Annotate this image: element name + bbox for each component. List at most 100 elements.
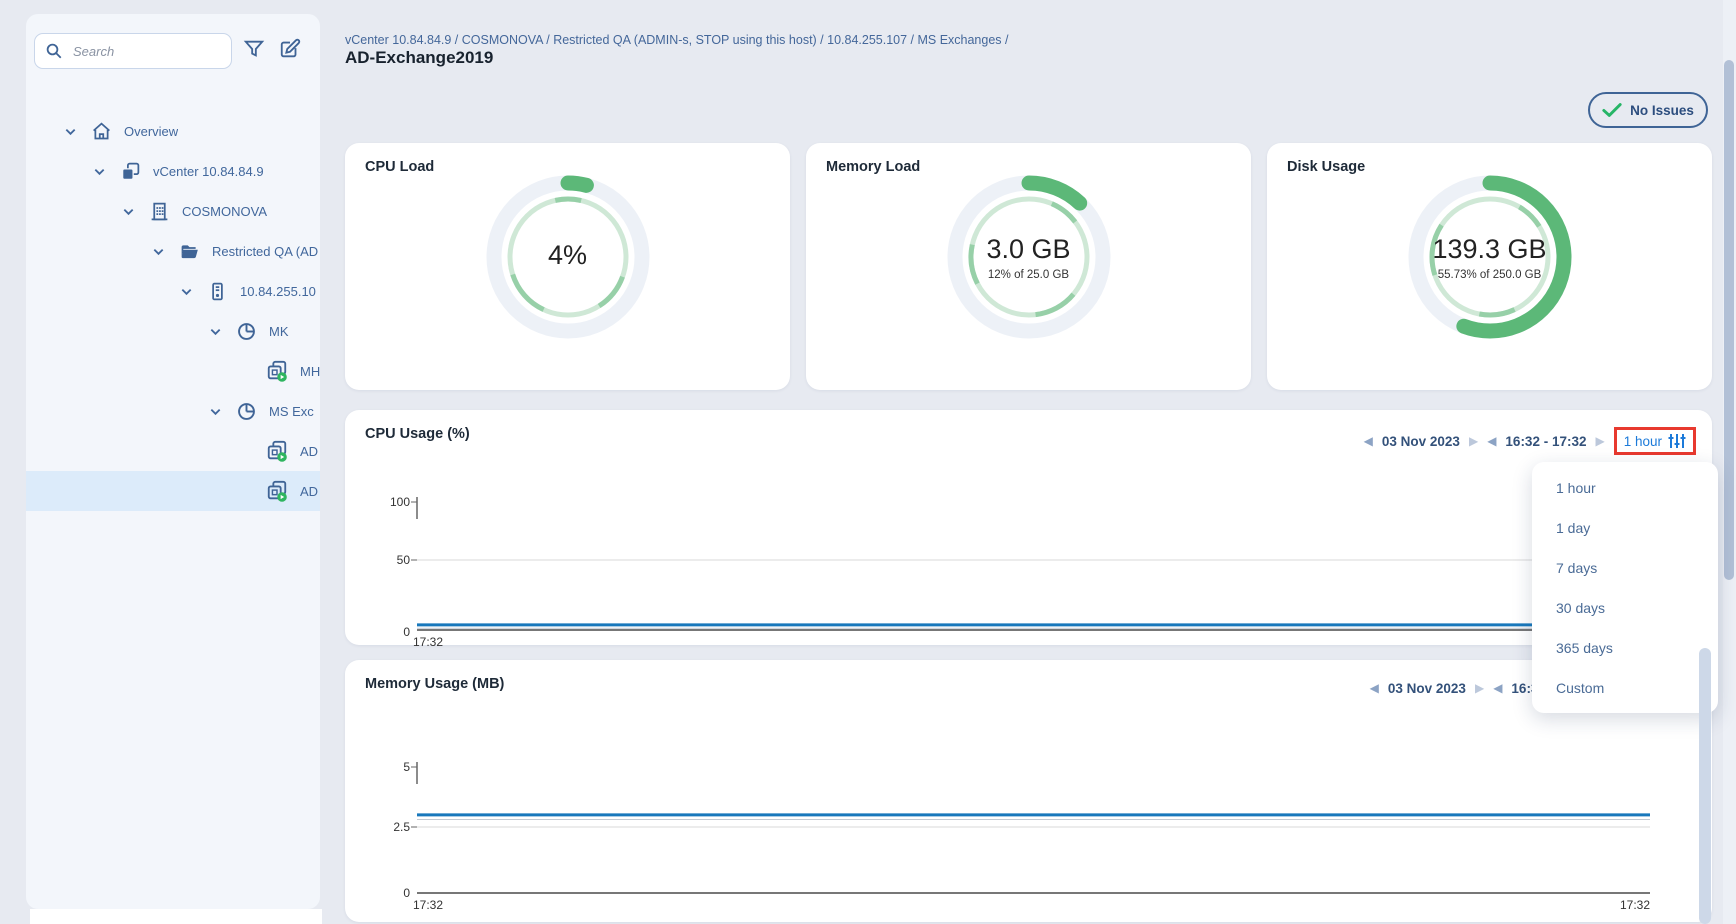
search-icon: [45, 42, 63, 60]
cpu-usage-chart: 0 50 100 17:32 17:32: [345, 485, 1705, 650]
content-vertical-scrollbar-thumb[interactable]: [1699, 648, 1711, 924]
tree-item-label: 10.84.255.10: [240, 284, 316, 299]
resource-pool-icon: [235, 400, 257, 422]
gauge-subtitle: 12% of 25.0 GB: [988, 269, 1069, 281]
interval-option-custom[interactable]: Custom: [1532, 668, 1718, 708]
gauge-value: 139.3 GB: [1432, 234, 1546, 265]
chevron-down-icon[interactable]: [209, 324, 223, 338]
sidebar-item-vcenter[interactable]: vCenter 10.84.84.9: [26, 151, 320, 191]
home-icon: [90, 120, 112, 142]
filter-icon[interactable]: [243, 38, 267, 62]
gauge-value: 4%: [548, 240, 587, 271]
tree-item-label: MK: [269, 324, 289, 339]
date-label: 03 Nov 2023: [1382, 434, 1460, 449]
no-issues-badge[interactable]: No Issues: [1588, 92, 1708, 128]
vm-running-icon: [266, 440, 288, 462]
sidebar-item-cosmonova[interactable]: COSMONOVA: [26, 191, 320, 231]
svg-text:17:32: 17:32: [413, 898, 443, 912]
tree-item-label: AD: [300, 444, 318, 459]
sidebar-item-vm-ad-2-selected[interactable]: AD: [26, 471, 320, 511]
sidebar-horizontal-scrollbar: [30, 909, 322, 924]
tree-item-label: COSMONOVA: [182, 204, 267, 219]
svg-text:2.5: 2.5: [393, 820, 410, 834]
tree-item-label: vCenter 10.84.84.9: [153, 164, 264, 179]
tree-item-label: MS Exc: [269, 404, 314, 419]
card-title: CPU Load: [365, 159, 434, 175]
gauge-value: 3.0 GB: [986, 234, 1070, 265]
chart-title: Memory Usage (MB): [365, 676, 504, 692]
svg-text:50: 50: [397, 553, 411, 567]
chevron-down-icon[interactable]: [64, 124, 78, 138]
next-day-arrow-icon[interactable]: ▶: [1469, 435, 1478, 447]
interval-label: 1 hour: [1624, 434, 1662, 449]
interval-option-1-day[interactable]: 1 day: [1532, 508, 1718, 548]
search-input[interactable]: [71, 43, 221, 60]
sidebar-item-mk[interactable]: MK: [26, 311, 320, 351]
gauge-subtitle: 55.73% of 250.0 GB: [1438, 269, 1542, 281]
disk-usage-gauge: 139.3 GB 55.73% of 250.0 GB: [1400, 167, 1580, 347]
tree-item-label: Overview: [124, 124, 178, 139]
sliders-icon: [1668, 433, 1686, 449]
cpu-load-gauge: 4%: [478, 167, 658, 347]
disk-usage-card: Disk Usage 139.3 GB 55.73% of 250.0 GB: [1267, 143, 1712, 390]
navigation-tree: Overview vCenter 10.84.84.9 COSMONOVA Re…: [26, 111, 320, 511]
search-box: [34, 33, 232, 69]
svg-text:0: 0: [403, 625, 410, 639]
chevron-down-icon[interactable]: [152, 244, 166, 258]
svg-text:100: 100: [390, 495, 410, 509]
chevron-down-icon[interactable]: [180, 284, 194, 298]
tree-item-label: Restricted QA (AD: [212, 244, 318, 259]
time-range-label: 16:32 - 17:32: [1505, 434, 1586, 449]
sidebar-item-overview[interactable]: Overview: [26, 111, 320, 151]
sidebar-item-host[interactable]: 10.84.255.10: [26, 271, 320, 311]
sidebar-item-restricted-qa[interactable]: Restricted QA (AD: [26, 231, 320, 271]
no-issues-label: No Issues: [1630, 103, 1694, 118]
prev-day-arrow-icon[interactable]: ◀: [1370, 682, 1379, 694]
interval-dropdown-menu: 1 hour 1 day 7 days 30 days 365 days Cus…: [1532, 462, 1718, 713]
breadcrumb[interactable]: vCenter 10.84.84.9 / COSMONOVA / Restric…: [345, 33, 1009, 47]
interval-option-1-hour[interactable]: 1 hour: [1532, 468, 1718, 508]
memory-usage-chart: 0 2.5 5 17:32 17:32: [345, 750, 1705, 920]
svg-text:17:32: 17:32: [413, 635, 443, 649]
chevron-down-icon[interactable]: [122, 204, 136, 218]
svg-text:17:32: 17:32: [1620, 898, 1650, 912]
vcenter-icon: [119, 160, 141, 182]
interval-selector-button[interactable]: 1 hour: [1614, 427, 1696, 455]
sidebar-item-vm-mh[interactable]: MH: [26, 351, 320, 391]
resource-pool-icon: [235, 320, 257, 342]
sidebar-item-ms-exchanges[interactable]: MS Exc: [26, 391, 320, 431]
interval-option-365-days[interactable]: 365 days: [1532, 628, 1718, 668]
prev-day-arrow-icon[interactable]: ◀: [1364, 435, 1373, 447]
page-title: AD-Exchange2019: [345, 48, 493, 68]
memory-load-gauge: 3.0 GB 12% of 25.0 GB: [939, 167, 1119, 347]
datacenter-icon: [148, 200, 170, 222]
sidebar-item-vm-ad-1[interactable]: AD: [26, 431, 320, 471]
edit-icon[interactable]: [279, 38, 303, 62]
folder-icon: [178, 240, 200, 262]
vm-running-icon: [266, 480, 288, 502]
sidebar: Overview vCenter 10.84.84.9 COSMONOVA Re…: [26, 14, 320, 909]
page-vertical-scrollbar-thumb[interactable]: [1724, 60, 1734, 580]
vm-running-icon: [266, 360, 288, 382]
tree-item-label: AD: [300, 484, 318, 499]
interval-option-30-days[interactable]: 30 days: [1532, 588, 1718, 628]
card-title: Disk Usage: [1287, 159, 1365, 175]
svg-text:5: 5: [403, 760, 410, 774]
prev-range-arrow-icon[interactable]: ◀: [1487, 435, 1496, 447]
host-icon: [206, 280, 228, 302]
page-vertical-scrollbar: [1723, 0, 1736, 924]
check-icon: [1602, 102, 1622, 118]
chevron-down-icon[interactable]: [209, 404, 223, 418]
cpu-load-card: CPU Load 4%: [345, 143, 790, 390]
application-window: Overview vCenter 10.84.84.9 COSMONOVA Re…: [0, 0, 1736, 924]
cpu-chart-time-nav: ◀ 03 Nov 2023 ▶ ◀ 16:32 - 17:32 ▶ 1 hour: [1364, 427, 1696, 455]
interval-option-7-days[interactable]: 7 days: [1532, 548, 1718, 588]
prev-range-arrow-icon[interactable]: ◀: [1493, 682, 1502, 694]
date-label: 03 Nov 2023: [1388, 681, 1466, 696]
chart-title: CPU Usage (%): [365, 426, 470, 442]
chevron-down-icon[interactable]: [93, 164, 107, 178]
next-day-arrow-icon[interactable]: ▶: [1475, 682, 1484, 694]
memory-load-card: Memory Load 3.0 GB 12% of 25.0 GB: [806, 143, 1251, 390]
tree-item-label: MH: [300, 364, 320, 379]
next-range-arrow-icon[interactable]: ▶: [1595, 435, 1604, 447]
